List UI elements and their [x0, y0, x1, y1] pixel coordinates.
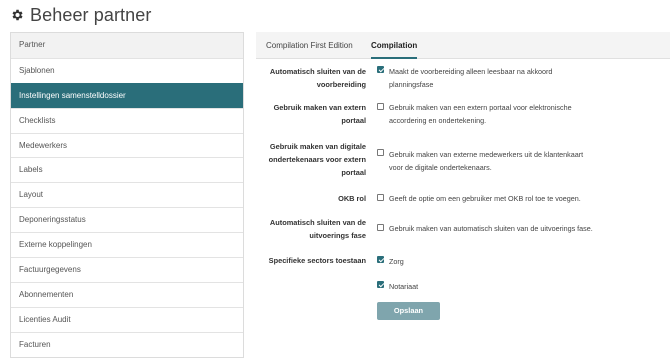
- label-line: Automatisch sluiten van de: [269, 218, 366, 227]
- desc-line: Gebruik maken van automatisch sluiten va…: [389, 224, 593, 233]
- setting-label: Automatisch sluiten van de voorbereiding: [256, 65, 366, 91]
- sidebar-item-licenties-audit[interactable]: Licenties Audit: [11, 306, 243, 332]
- page-header: Beheer partner: [10, 4, 151, 26]
- setting-description: Zorg: [389, 255, 639, 268]
- tab-compilation-first-edition[interactable]: Compilation First Edition: [266, 32, 353, 59]
- setting-label: Gebruik maken van extern portaal: [256, 101, 366, 127]
- tab-compilation[interactable]: Compilation: [371, 32, 418, 59]
- setting-description: Maakt de voorbereiding alleen leesbaar n…: [389, 65, 639, 91]
- tab-label: Compilation First Edition: [266, 41, 353, 50]
- checkbox-sector-zorg[interactable]: [377, 256, 384, 263]
- desc-line: Notariaat: [389, 282, 419, 291]
- label-line: portaal: [341, 116, 366, 125]
- label-line: Gebruik maken van extern: [273, 103, 366, 112]
- label-line: Specifieke sectors toestaan: [268, 256, 366, 265]
- label-line: Automatisch sluiten van de: [269, 67, 366, 76]
- tab-bar: Compilation First Edition Compilation: [256, 32, 670, 59]
- checkbox-digitale-ondertekenaars[interactable]: [377, 149, 384, 156]
- checkbox-automatisch-sluiten-voorbereiding[interactable]: [377, 66, 384, 73]
- desc-line: Maakt de voorbereiding alleen leesbaar n…: [389, 67, 553, 76]
- setting-label: Gebruik maken van digitale ondertekenaar…: [256, 140, 366, 179]
- setting-description: Gebruik maken van automatisch sluiten va…: [389, 222, 639, 235]
- label-line: portaal: [341, 168, 366, 177]
- settings-panel: Compilation First Edition Compilation Au…: [256, 32, 670, 355]
- sidebar-item-checklists[interactable]: Checklists: [11, 107, 243, 133]
- desc-line: voor de digitale ondertekenaars.: [389, 163, 492, 172]
- sidebar-item-factuurgegevens[interactable]: Factuurgegevens: [11, 257, 243, 282]
- sidebar: Partner Sjablonen Instellingen samenstel…: [10, 32, 244, 358]
- checkbox-sector-notariaat[interactable]: [377, 281, 384, 288]
- label-line: voorbereiding: [316, 80, 366, 89]
- setting-label: Specifieke sectors toestaan: [256, 254, 366, 267]
- sidebar-item-partner[interactable]: Partner: [11, 33, 243, 58]
- checkbox-okb-rol[interactable]: [377, 194, 384, 201]
- label-line: OKB rol: [338, 194, 366, 203]
- setting-description: Gebruik maken van een extern portaal voo…: [389, 101, 639, 127]
- setting-description: Geeft de optie om een gebruiker met OKB …: [389, 192, 639, 205]
- save-button[interactable]: Opslaan: [377, 302, 440, 320]
- sidebar-item-facturen[interactable]: Facturen: [11, 331, 243, 357]
- desc-line: Geeft de optie om een gebruiker met OKB …: [389, 194, 581, 203]
- desc-line: accordering en ondertekening.: [389, 116, 487, 125]
- desc-line: planningsfase: [389, 80, 434, 89]
- desc-line: Gebruik maken van een extern portaal voo…: [389, 103, 572, 112]
- checkbox-extern-portaal[interactable]: [377, 103, 384, 110]
- setting-description: Notariaat: [389, 280, 639, 293]
- page-title: Beheer partner: [30, 4, 152, 25]
- sidebar-item-labels[interactable]: Labels: [11, 157, 243, 183]
- sidebar-item-layout[interactable]: Layout: [11, 182, 243, 208]
- desc-line: Zorg: [389, 257, 404, 266]
- tab-label: Compilation: [371, 41, 418, 50]
- label-line: ondertekenaars voor extern: [268, 155, 366, 164]
- gear-icon: [12, 9, 23, 21]
- sidebar-item-abonnementen[interactable]: Abonnementen: [11, 281, 243, 307]
- active-tab-indicator: [371, 57, 418, 59]
- label-line: Gebruik maken van digitale: [269, 142, 366, 151]
- checkbox-automatisch-sluiten-uitvoering[interactable]: [377, 224, 384, 231]
- setting-label: OKB rol: [256, 192, 366, 205]
- label-line: uitvoerings fase: [309, 231, 366, 240]
- sidebar-item-instellingen-samenstelldossier[interactable]: Instellingen samenstelldossier: [11, 82, 243, 108]
- setting-label: Automatisch sluiten van de uitvoerings f…: [256, 216, 366, 242]
- sidebar-item-sjablonen[interactable]: Sjablonen: [11, 57, 243, 83]
- setting-description: Gebruik maken van externe medewerkers ui…: [389, 148, 639, 174]
- sidebar-item-deponeringsstatus[interactable]: Deponeringsstatus: [11, 207, 243, 233]
- sidebar-item-externe-koppelingen[interactable]: Externe koppelingen: [11, 232, 243, 258]
- desc-line: Gebruik maken van externe medewerkers ui…: [389, 150, 584, 159]
- sidebar-item-medewerkers[interactable]: Medewerkers: [11, 132, 243, 158]
